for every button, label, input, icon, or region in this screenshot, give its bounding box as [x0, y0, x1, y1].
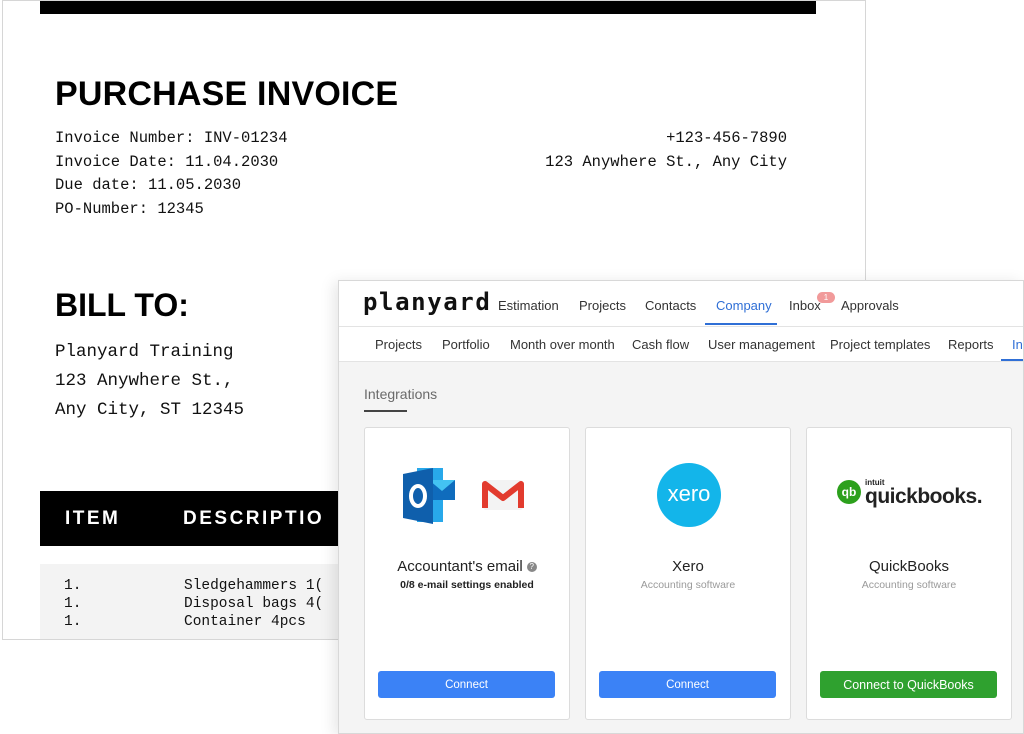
invoice-meta: Invoice Number: INV-01234 Invoice Date: … — [55, 127, 288, 221]
xero-logo-icon: xero — [657, 463, 721, 527]
connect-accountant-email-button[interactable]: Connect — [378, 671, 555, 698]
section-underline — [364, 410, 407, 412]
nav-approvals[interactable]: Approvals — [841, 298, 899, 313]
nav-company[interactable]: Company — [716, 298, 772, 313]
card-name: QuickBooks — [868, 558, 950, 575]
subnav-month-over-month[interactable]: Month over month — [510, 337, 615, 352]
bill-to-title: BILL TO: — [55, 287, 189, 323]
nav-projects[interactable]: Projects — [579, 298, 626, 313]
nav-estimation[interactable]: Estimation — [498, 298, 559, 313]
bill-to-line: Any City, ST 12345 — [55, 400, 245, 420]
row-description: Sledgehammers 1( — [184, 578, 324, 594]
card-subtitle: Accounting software — [640, 579, 736, 591]
inbox-badge: 1 — [817, 292, 835, 303]
header-description: DESCRIPTIO — [183, 508, 325, 529]
integration-card-accountant-email: Accountant's email? 0/8 e-mail settings … — [364, 427, 570, 720]
header-item: ITEM — [65, 508, 121, 529]
subnav-project-templates[interactable]: Project templates — [830, 337, 930, 352]
subnav-portfolio[interactable]: Portfolio — [442, 337, 490, 352]
top-navigation: planyard Estimation Projects Contacts Co… — [339, 281, 1023, 327]
row-number: 1. — [64, 578, 82, 594]
card-name: Xero — [672, 558, 704, 575]
subnav-integrations[interactable]: In — [1012, 337, 1023, 352]
nav-active-indicator — [705, 323, 777, 325]
invoice-date: Invoice Date: 11.04.2030 — [55, 152, 279, 171]
outlook-gmail-logos — [403, 468, 524, 524]
contact-address: 123 Anywhere St., Any City — [545, 152, 787, 171]
bill-to-address: Planyard Training 123 Anywhere St., Any … — [55, 338, 244, 425]
subnav-reports[interactable]: Reports — [948, 337, 994, 352]
quickbooks-wordmark: quickbooks. — [865, 485, 983, 508]
due-date: Due date: 11.05.2030 — [55, 176, 242, 194]
invoice-number: Invoice Number: INV-01234 — [55, 129, 288, 147]
connect-xero-button[interactable]: Connect — [599, 671, 776, 698]
contact-phone: +123-456-7890 — [666, 129, 787, 147]
help-icon[interactable]: ? — [526, 562, 537, 572]
subnav-user-management[interactable]: User management — [708, 337, 815, 352]
bill-to-line: Planyard Training — [55, 342, 234, 362]
row-number: 1. — [64, 596, 82, 612]
bill-to-line: 123 Anywhere St., — [55, 371, 234, 391]
nav-inbox[interactable]: Inbox — [789, 298, 821, 313]
integration-card-quickbooks: qb intuit quickbooks. QuickBooks Account… — [806, 427, 1012, 720]
row-description: Container 4pcs — [184, 614, 306, 630]
invoice-top-bar — [40, 1, 816, 14]
card-subtitle: Accounting software — [861, 579, 957, 591]
integrations-section-title: Integrations — [364, 386, 438, 402]
subnav-projects[interactable]: Projects — [375, 337, 422, 352]
invoice-title: PURCHASE INVOICE — [55, 75, 399, 113]
row-number: 1. — [64, 614, 82, 630]
card-name: Accountant's email? — [365, 558, 569, 575]
subnav-cash-flow[interactable]: Cash flow — [632, 337, 689, 352]
outlook-icon — [403, 468, 455, 524]
quickbooks-logo-icon: qb — [837, 480, 861, 504]
row-description: Disposal bags 4( — [184, 596, 324, 612]
planyard-logo[interactable]: planyard — [363, 288, 491, 316]
accountant-email-label: Accountant's email — [397, 558, 523, 575]
card-subtitle: 0/8 e-mail settings enabled — [400, 579, 534, 591]
planyard-app-window: planyard Estimation Projects Contacts Co… — [338, 280, 1024, 734]
invoice-contact: +123-456-7890 123 Anywhere St., Any City — [545, 127, 787, 174]
integration-card-xero: xero Xero Accounting software Connect — [585, 427, 791, 720]
company-subnavigation: Projects Portfolio Month over month Cash… — [339, 327, 1023, 362]
gmail-icon — [482, 480, 524, 510]
nav-contacts[interactable]: Contacts — [645, 298, 696, 313]
connect-quickbooks-button[interactable]: Connect to QuickBooks — [820, 671, 997, 698]
po-number: PO-Number: 12345 — [55, 199, 204, 218]
subnav-active-indicator — [1001, 359, 1023, 361]
